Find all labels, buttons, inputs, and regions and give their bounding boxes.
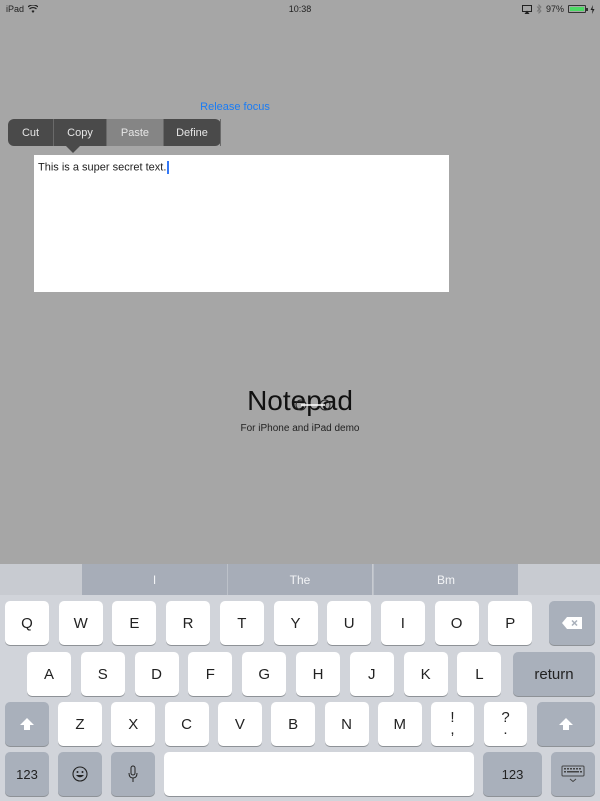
- app-branding: Notepad For iPhone and iPad demo: [0, 385, 600, 434]
- numbers-key-right[interactable]: 123: [483, 752, 542, 796]
- clock: 10:38: [288, 4, 312, 14]
- battery-icon: [568, 5, 588, 13]
- note-text: This is a super secret text.: [38, 161, 167, 174]
- status-bar: iPad 10:38 97%: [0, 0, 600, 18]
- key-z[interactable]: Z: [58, 702, 102, 746]
- exclamation-comma-key[interactable]: !,: [431, 702, 474, 746]
- key-j[interactable]: J: [349, 652, 394, 696]
- key-s[interactable]: S: [80, 652, 125, 696]
- backspace-icon: [562, 617, 582, 629]
- key-b[interactable]: B: [271, 702, 316, 746]
- shift-key-right[interactable]: [537, 702, 595, 746]
- release-focus-button[interactable]: Release focus: [0, 101, 470, 113]
- backspace-key[interactable]: [549, 601, 595, 645]
- key-t[interactable]: T: [219, 601, 264, 645]
- key-m[interactable]: M: [377, 702, 422, 746]
- key-d[interactable]: D: [134, 652, 179, 696]
- shift-key-left[interactable]: [5, 702, 49, 746]
- microphone-icon: [128, 765, 138, 782]
- menu-item-cut[interactable]: Cut: [8, 119, 54, 146]
- shift-icon: [559, 718, 573, 730]
- key-q[interactable]: Q: [5, 601, 49, 645]
- on-screen-keyboard: I The Bm return !, ?. 123 123 QWERTYUIOP…: [0, 564, 600, 801]
- text-caret: [167, 161, 169, 174]
- menu-item-copy[interactable]: Copy: [54, 119, 107, 146]
- menu-item-paste[interactable]: Paste: [107, 119, 164, 146]
- key-g[interactable]: G: [242, 652, 287, 696]
- key-c[interactable]: C: [164, 702, 209, 746]
- logo-mark-icon: [295, 399, 331, 411]
- key-k[interactable]: K: [403, 652, 448, 696]
- app-title: Notepad: [247, 385, 353, 417]
- emoji-key[interactable]: [58, 752, 102, 796]
- key-bottom-char: .: [503, 721, 508, 738]
- key-n[interactable]: N: [324, 702, 369, 746]
- return-key[interactable]: return: [513, 652, 595, 696]
- numbers-key-left[interactable]: 123: [5, 752, 49, 796]
- suggestion-bar: I The Bm: [0, 564, 600, 595]
- suggestion-2[interactable]: The: [227, 564, 372, 595]
- suggestion-3[interactable]: Bm: [373, 564, 518, 595]
- key-e[interactable]: E: [112, 601, 157, 645]
- edit-menu: Cut Copy Paste Define: [8, 119, 221, 153]
- question-period-key[interactable]: ?.: [484, 702, 527, 746]
- key-v[interactable]: V: [217, 702, 262, 746]
- key-f[interactable]: F: [188, 652, 233, 696]
- charging-icon: [590, 4, 595, 14]
- app-subtitle: For iPhone and iPad demo: [240, 423, 360, 434]
- key-i[interactable]: I: [380, 601, 425, 645]
- key-bottom-char: ,: [450, 721, 455, 738]
- key-l[interactable]: L: [457, 652, 502, 696]
- menu-arrow: [66, 146, 80, 153]
- airplay-icon: [521, 4, 532, 14]
- key-h[interactable]: H: [296, 652, 340, 696]
- key-x[interactable]: X: [111, 702, 156, 746]
- key-a[interactable]: A: [27, 652, 71, 696]
- key-p[interactable]: P: [488, 601, 533, 645]
- battery-percent: 97%: [545, 4, 564, 14]
- keyboard-dismiss-icon: [561, 765, 585, 783]
- battery-fill: [570, 7, 584, 11]
- key-r[interactable]: R: [166, 601, 211, 645]
- key-y[interactable]: Y: [273, 601, 318, 645]
- suggestion-1[interactable]: I: [82, 564, 227, 595]
- shift-icon: [20, 718, 34, 730]
- dismiss-keyboard-key[interactable]: [551, 752, 595, 796]
- note-text-area[interactable]: This is a super secret text.: [34, 155, 449, 292]
- key-o[interactable]: O: [434, 601, 479, 645]
- key-w[interactable]: W: [58, 601, 103, 645]
- bluetooth-icon: [536, 4, 542, 14]
- space-key[interactable]: [164, 752, 474, 796]
- key-u[interactable]: U: [327, 601, 372, 645]
- emoji-icon: [72, 766, 88, 782]
- dictation-key[interactable]: [111, 752, 155, 796]
- menu-item-define[interactable]: Define: [164, 119, 221, 146]
